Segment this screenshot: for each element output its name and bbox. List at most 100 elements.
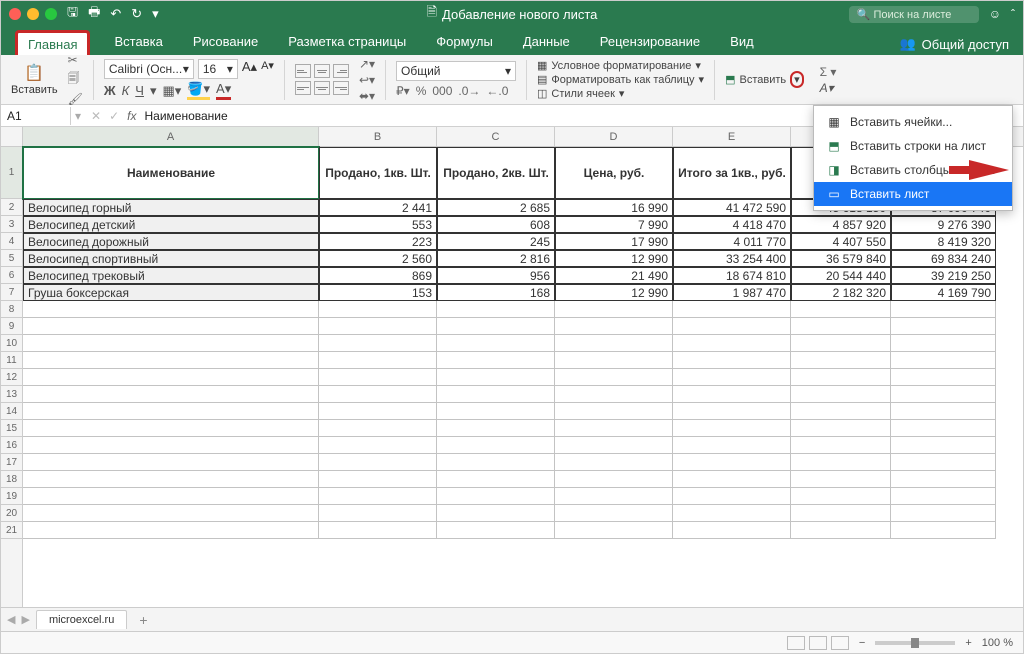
chevron-up-icon[interactable]: ˆ [1011, 7, 1015, 21]
empty-cell[interactable] [23, 522, 319, 539]
table-cell[interactable]: Велосипед спортивный [23, 250, 319, 267]
empty-cell[interactable] [791, 386, 891, 403]
table-cell[interactable]: 608 [437, 216, 555, 233]
empty-cell[interactable] [23, 318, 319, 335]
empty-cell[interactable] [23, 403, 319, 420]
table-cell[interactable]: 2 182 320 [791, 284, 891, 301]
table-cell[interactable]: 16 990 [555, 199, 673, 216]
empty-cell[interactable] [791, 318, 891, 335]
table-cell[interactable]: Велосипед дорожный [23, 233, 319, 250]
table-cell[interactable]: 4 857 920 [791, 216, 891, 233]
tab-insert[interactable]: Вставка [108, 30, 168, 55]
table-cell[interactable]: 223 [319, 233, 437, 250]
empty-cell[interactable] [319, 437, 437, 454]
tab-data[interactable]: Данные [517, 30, 576, 55]
empty-cell[interactable] [23, 488, 319, 505]
row-header[interactable]: 19 [1, 488, 22, 505]
empty-cell[interactable] [673, 437, 791, 454]
font-name-select[interactable]: Calibri (Осн...▾ [104, 59, 194, 79]
empty-cell[interactable] [437, 335, 555, 352]
empty-cell[interactable] [891, 318, 996, 335]
sheet-tab[interactable]: microexcel.ru [36, 610, 127, 629]
empty-cell[interactable] [319, 352, 437, 369]
col-header-c[interactable]: C [437, 127, 555, 146]
row-header[interactable]: 20 [1, 505, 22, 522]
empty-cell[interactable] [319, 454, 437, 471]
empty-cell[interactable] [555, 386, 673, 403]
table-cell[interactable]: 869 [319, 267, 437, 284]
empty-cell[interactable] [23, 471, 319, 488]
table-cell[interactable]: 9 276 390 [891, 216, 996, 233]
table-cell[interactable]: 2 685 [437, 199, 555, 216]
increase-font-icon[interactable]: A▴ [242, 59, 257, 79]
empty-cell[interactable] [437, 437, 555, 454]
sheet-next-icon[interactable]: ▶ [21, 613, 29, 626]
row-header[interactable]: 13 [1, 386, 22, 403]
cancel-icon[interactable]: ✕ [91, 109, 101, 123]
empty-cell[interactable] [555, 471, 673, 488]
cell-styles-button[interactable]: ◫Стили ячеек▾ [537, 87, 704, 100]
table-cell[interactable]: 69 834 240 [891, 250, 996, 267]
cell-c1[interactable]: Продано, 2кв. Шт. [437, 147, 555, 199]
empty-cell[interactable] [555, 437, 673, 454]
empty-cell[interactable] [319, 420, 437, 437]
empty-cell[interactable] [23, 420, 319, 437]
table-cell[interactable]: 4 418 470 [673, 216, 791, 233]
empty-cell[interactable] [319, 471, 437, 488]
row-header-3[interactable]: 3 [1, 216, 22, 233]
col-header-d[interactable]: D [555, 127, 673, 146]
empty-cell[interactable] [555, 369, 673, 386]
cell-a1[interactable]: Наименование [23, 147, 319, 199]
decrease-font-icon[interactable]: A▾ [261, 59, 274, 79]
zoom-out-icon[interactable]: − [859, 637, 865, 649]
empty-cell[interactable] [319, 522, 437, 539]
col-header-b[interactable]: B [319, 127, 437, 146]
row-header[interactable]: 12 [1, 369, 22, 386]
tab-review[interactable]: Рецензирование [594, 30, 706, 55]
row-header[interactable]: 15 [1, 420, 22, 437]
table-cell[interactable]: 39 219 250 [891, 267, 996, 284]
zoom-in-icon[interactable]: + [965, 637, 971, 649]
close-window-icon[interactable] [9, 8, 21, 20]
empty-cell[interactable] [319, 505, 437, 522]
empty-cell[interactable] [673, 369, 791, 386]
empty-cell[interactable] [437, 471, 555, 488]
empty-cell[interactable] [319, 301, 437, 318]
empty-cell[interactable] [891, 454, 996, 471]
empty-cell[interactable] [673, 420, 791, 437]
tab-formulas[interactable]: Формулы [430, 30, 499, 55]
empty-cell[interactable] [23, 301, 319, 318]
empty-cell[interactable] [555, 420, 673, 437]
name-box-arrow[interactable]: ▾ [71, 109, 85, 123]
empty-cell[interactable] [319, 318, 437, 335]
empty-cell[interactable] [891, 437, 996, 454]
comma-icon[interactable]: 000 [432, 84, 452, 98]
table-cell[interactable]: 2 816 [437, 250, 555, 267]
italic-button[interactable]: К [122, 83, 130, 98]
empty-cell[interactable] [437, 454, 555, 471]
empty-cell[interactable] [555, 318, 673, 335]
empty-cell[interactable] [673, 471, 791, 488]
decrease-decimal-icon[interactable]: ←.0 [486, 84, 508, 98]
insert-sheet-item[interactable]: ▭Вставить лист [814, 182, 1012, 206]
col-header-e[interactable]: E [673, 127, 791, 146]
minimize-window-icon[interactable] [27, 8, 39, 20]
merge-icon[interactable]: ⬌▾ [359, 89, 375, 103]
formula-input[interactable]: Наименование [145, 109, 228, 123]
format-as-table-button[interactable]: ▤Форматировать как таблицу▾ [537, 73, 704, 86]
empty-cell[interactable] [319, 335, 437, 352]
empty-cell[interactable] [437, 420, 555, 437]
table-cell[interactable]: 33 254 400 [673, 250, 791, 267]
tab-draw[interactable]: Рисование [187, 30, 264, 55]
empty-cell[interactable] [23, 386, 319, 403]
empty-cell[interactable] [437, 301, 555, 318]
table-cell[interactable]: 8 419 320 [891, 233, 996, 250]
row-header[interactable]: 17 [1, 454, 22, 471]
empty-cell[interactable] [673, 386, 791, 403]
empty-cell[interactable] [791, 505, 891, 522]
bold-button[interactable]: Ж [104, 83, 116, 98]
maximize-window-icon[interactable] [45, 8, 57, 20]
font-size-select[interactable]: 16▾ [198, 59, 238, 79]
paste-button[interactable]: 📋 Вставить [11, 63, 58, 96]
format-painter-icon[interactable]: 🖌 [68, 92, 83, 106]
